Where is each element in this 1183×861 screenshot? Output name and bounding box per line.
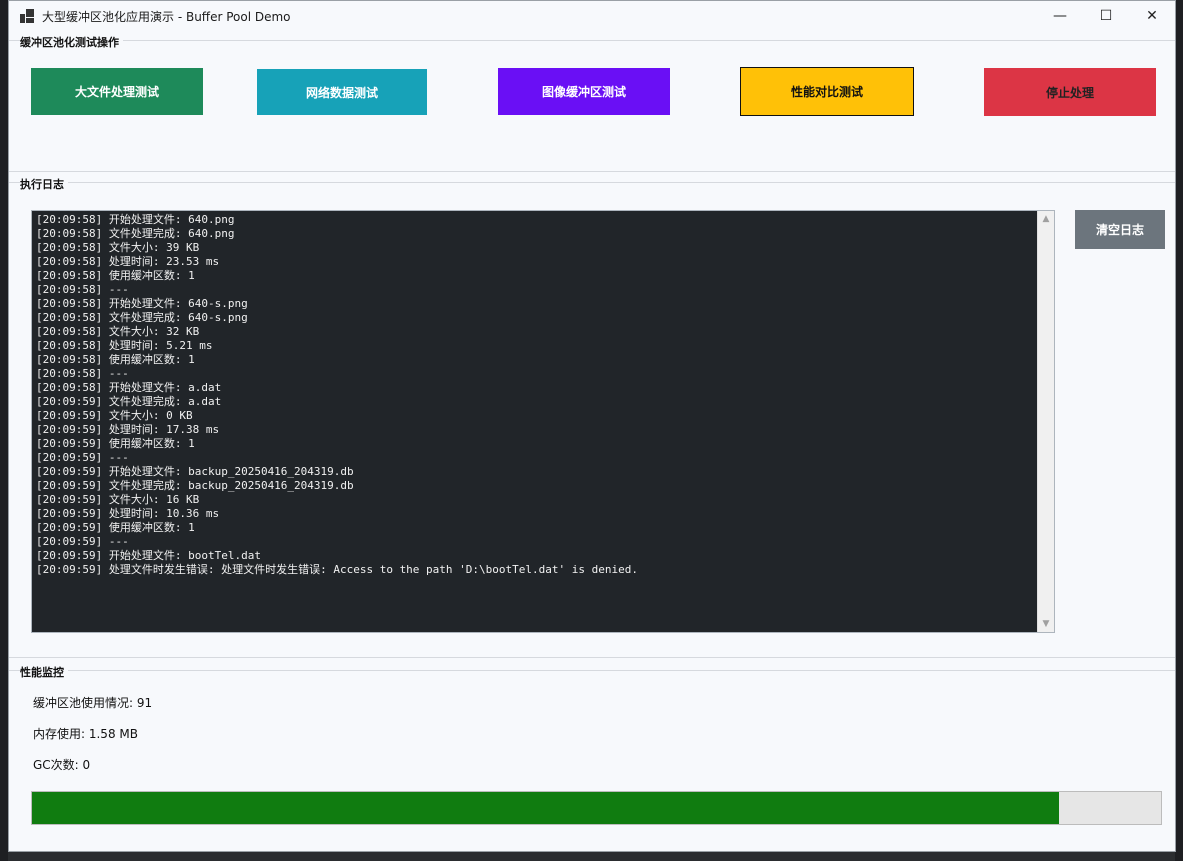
log-line: [20:09:59] 文件处理完成: a.dat [36,395,222,408]
log-line: [20:09:59] 使用缓冲区数: 1 [36,521,195,534]
log-line: [20:09:58] 文件处理完成: 640.png [36,227,235,240]
image-buffer-test-button[interactable]: 图像缓冲区测试 [498,68,670,115]
close-button[interactable]: ✕ [1129,1,1175,31]
log-line: [20:09:58] --- [36,367,129,380]
network-data-test-button[interactable]: 网络数据测试 [257,69,427,115]
log-group-label: 执行日志 [20,176,68,192]
minimize-button[interactable]: — [1037,1,1083,31]
log-lines: [20:09:58] 开始处理文件: 640.png [20:09:58] 文件处… [36,213,1034,577]
scroll-down-arrow-icon[interactable]: ▼ [1038,616,1054,632]
log-line: [20:09:58] 开始处理文件: 640.png [36,213,235,226]
log-line: [20:09:58] 文件处理完成: 640-s.png [36,311,248,324]
log-line: [20:09:58] 处理时间: 23.53 ms [36,255,220,268]
buffer-pool-usage-label: 缓冲区池使用情况: 91 [33,696,153,710]
clear-log-button[interactable]: 清空日志 [1075,210,1165,249]
log-group-border [9,182,1175,183]
gc-count-label: GC次数: 0 [33,758,91,772]
log-line: [20:09:58] 使用缓冲区数: 1 [36,353,195,366]
progress-bar-fill [32,792,1060,824]
log-line: [20:09:58] 文件大小: 32 KB [36,325,200,338]
progress-bar [31,791,1162,825]
app-window: 大型缓冲区池化应用演示 - Buffer Pool Demo — ☐ ✕ 缓冲区… [8,0,1176,852]
log-line: [20:09:59] 文件处理完成: backup_20250416_20431… [36,479,354,492]
stop-processing-button[interactable]: 停止处理 [984,68,1156,116]
log-line: [20:09:58] 使用缓冲区数: 1 [36,269,195,282]
title-bar[interactable]: 大型缓冲区池化应用演示 - Buffer Pool Demo — ☐ ✕ [9,1,1175,31]
app-icon [20,9,34,23]
large-file-test-button[interactable]: 大文件处理测试 [31,68,203,115]
log-line: [20:09:59] --- [36,535,129,548]
scroll-up-arrow-icon[interactable]: ▲ [1038,211,1054,227]
desktop-left-edge [0,0,8,861]
perf-group-top-border [9,657,1175,658]
log-line: [20:09:59] 处理文件时发生错误: 处理文件时发生错误: Access … [36,563,638,576]
desktop-right-edge [1175,0,1183,861]
log-scrollbar[interactable]: ▲ ▼ [1037,211,1054,632]
log-textbox[interactable]: [20:09:58] 开始处理文件: 640.png [20:09:58] 文件处… [31,210,1055,633]
log-line: [20:09:58] 处理时间: 5.21 ms [36,339,213,352]
log-line: [20:09:59] 使用缓冲区数: 1 [36,437,195,450]
perf-group-border [9,670,1175,671]
log-line: [20:09:58] --- [36,283,129,296]
log-line: [20:09:59] --- [36,451,129,464]
window-controls: — ☐ ✕ [1037,1,1175,31]
maximize-button[interactable]: ☐ [1083,1,1129,31]
ops-group-bottom-border [9,171,1175,172]
log-line: [20:09:58] 开始处理文件: 640-s.png [36,297,248,310]
window-title: 大型缓冲区池化应用演示 - Buffer Pool Demo [42,9,291,24]
log-line: [20:09:59] 文件大小: 0 KB [36,409,193,422]
log-line: [20:09:59] 开始处理文件: backup_20250416_20431… [36,465,354,478]
perf-group-label: 性能监控 [20,664,68,680]
log-line: [20:09:58] 开始处理文件: a.dat [36,381,222,394]
log-line: [20:09:59] 文件大小: 16 KB [36,493,200,506]
log-line: [20:09:59] 开始处理文件: bootTel.dat [36,549,261,562]
performance-compare-button[interactable]: 性能对比测试 [740,67,914,116]
ops-group-label: 缓冲区池化测试操作 [20,34,123,50]
log-line: [20:09:59] 处理时间: 10.36 ms [36,507,220,520]
log-line: [20:09:58] 文件大小: 39 KB [36,241,200,254]
ops-group-border [9,40,1175,41]
log-line: [20:09:59] 处理时间: 17.38 ms [36,423,220,436]
memory-usage-label: 内存使用: 1.58 MB [33,727,138,741]
